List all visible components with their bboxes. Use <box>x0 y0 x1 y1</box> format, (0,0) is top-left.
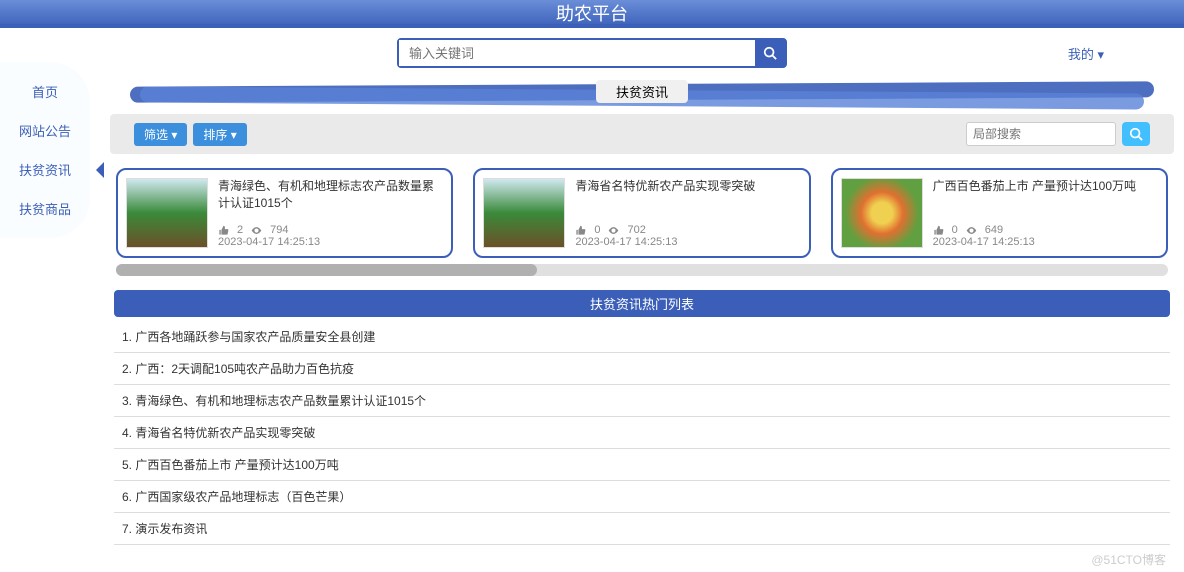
thumb-icon <box>218 225 229 236</box>
search-icon <box>1129 127 1143 141</box>
sidebar-item-home[interactable]: 首页 <box>0 72 90 111</box>
hot-list-header: 扶贫资讯热门列表 <box>114 290 1170 317</box>
search-box <box>397 38 787 68</box>
news-card[interactable]: 青海绿色、有机和地理标志农产品数量累计认证1015个 2 794 2023-04… <box>116 168 453 258</box>
eye-icon <box>966 225 977 236</box>
eye-icon <box>608 225 619 236</box>
news-card[interactable]: 青海省名特优新农产品实现零突破 0 702 2023-04-17 14:25:1… <box>473 168 810 258</box>
card-row: 青海绿色、有机和地理标志农产品数量累计认证1015个 2 794 2023-04… <box>110 168 1174 258</box>
local-search <box>966 122 1150 146</box>
list-item[interactable]: 4. 青海省名特优新农产品实现零突破 <box>114 417 1170 449</box>
card-date: 2023-04-17 14:25:13 <box>933 236 1158 248</box>
card-image <box>841 178 923 248</box>
local-search-input[interactable] <box>966 122 1116 146</box>
filter-buttons: 筛选 ▾ 排序 ▾ <box>134 123 247 146</box>
search-row: 我的 ▾ <box>0 28 1184 78</box>
card-stats: 0 702 <box>575 224 800 236</box>
app-title: 助农平台 <box>556 4 628 24</box>
card-stats: 0 649 <box>933 224 1158 236</box>
list-item[interactable]: 5. 广西百色番茄上市 产量预计达100万吨 <box>114 449 1170 481</box>
list-item[interactable]: 2. 广西：2天调配105吨农产品助力百色抗疫 <box>114 353 1170 385</box>
sort-button[interactable]: 排序 ▾ <box>193 123 246 146</box>
card-title: 青海绿色、有机和地理标志农产品数量累计认证1015个 <box>218 178 443 212</box>
card-stats: 2 794 <box>218 224 443 236</box>
list-item[interactable]: 1. 广西各地踊跃参与国家农产品质量安全县创建 <box>114 321 1170 353</box>
sidebar-item-announcement[interactable]: 网站公告 <box>0 111 90 150</box>
page-header: 助农平台 <box>0 0 1184 28</box>
card-date: 2023-04-17 14:25:13 <box>218 236 443 248</box>
search-button[interactable] <box>755 40 785 66</box>
main-content: 扶贫资讯 筛选 ▾ 排序 ▾ 青海绿色、有机和地理标志农产品数量累计认证1015… <box>110 78 1174 572</box>
card-date: 2023-04-17 14:25:13 <box>575 236 800 248</box>
search-icon <box>763 46 777 60</box>
news-card[interactable]: 广西百色番茄上市 产量预计达100万吨 0 649 2023-04-17 14:… <box>831 168 1168 258</box>
card-title: 青海省名特优新农产品实现零突破 <box>575 178 800 195</box>
horizontal-scrollbar[interactable] <box>116 264 1168 276</box>
filter-button[interactable]: 筛选 ▾ <box>134 123 187 146</box>
sidebar-item-products[interactable]: 扶贫商品 <box>0 189 90 228</box>
card-image <box>126 178 208 248</box>
hot-list: 1. 广西各地踊跃参与国家农产品质量安全县创建 2. 广西：2天调配105吨农产… <box>110 321 1174 545</box>
section-title: 扶贫资讯 <box>596 80 688 103</box>
eye-icon <box>251 225 262 236</box>
sidebar-item-news[interactable]: 扶贫资讯 <box>0 150 90 189</box>
thumb-icon <box>933 225 944 236</box>
list-item[interactable]: 7. 演示发布资讯 <box>114 513 1170 545</box>
search-input[interactable] <box>399 40 755 66</box>
scroll-thumb[interactable] <box>116 264 537 276</box>
my-dropdown[interactable]: 我的 ▾ <box>1068 44 1104 63</box>
card-image <box>483 178 565 248</box>
list-item[interactable]: 3. 青海绿色、有机和地理标志农产品数量累计认证1015个 <box>114 385 1170 417</box>
watermark: @51CTO博客 <box>1091 551 1166 568</box>
toolbar: 筛选 ▾ 排序 ▾ <box>110 114 1174 154</box>
section-ribbon: 扶贫资讯 <box>110 78 1174 112</box>
list-item[interactable]: 6. 广西国家级农产品地理标志（百色芒果） <box>114 481 1170 513</box>
sidebar: 首页 网站公告 扶贫资讯 扶贫商品 <box>0 62 90 238</box>
local-search-button[interactable] <box>1122 122 1150 146</box>
card-title: 广西百色番茄上市 产量预计达100万吨 <box>933 178 1158 195</box>
thumb-icon <box>575 225 586 236</box>
